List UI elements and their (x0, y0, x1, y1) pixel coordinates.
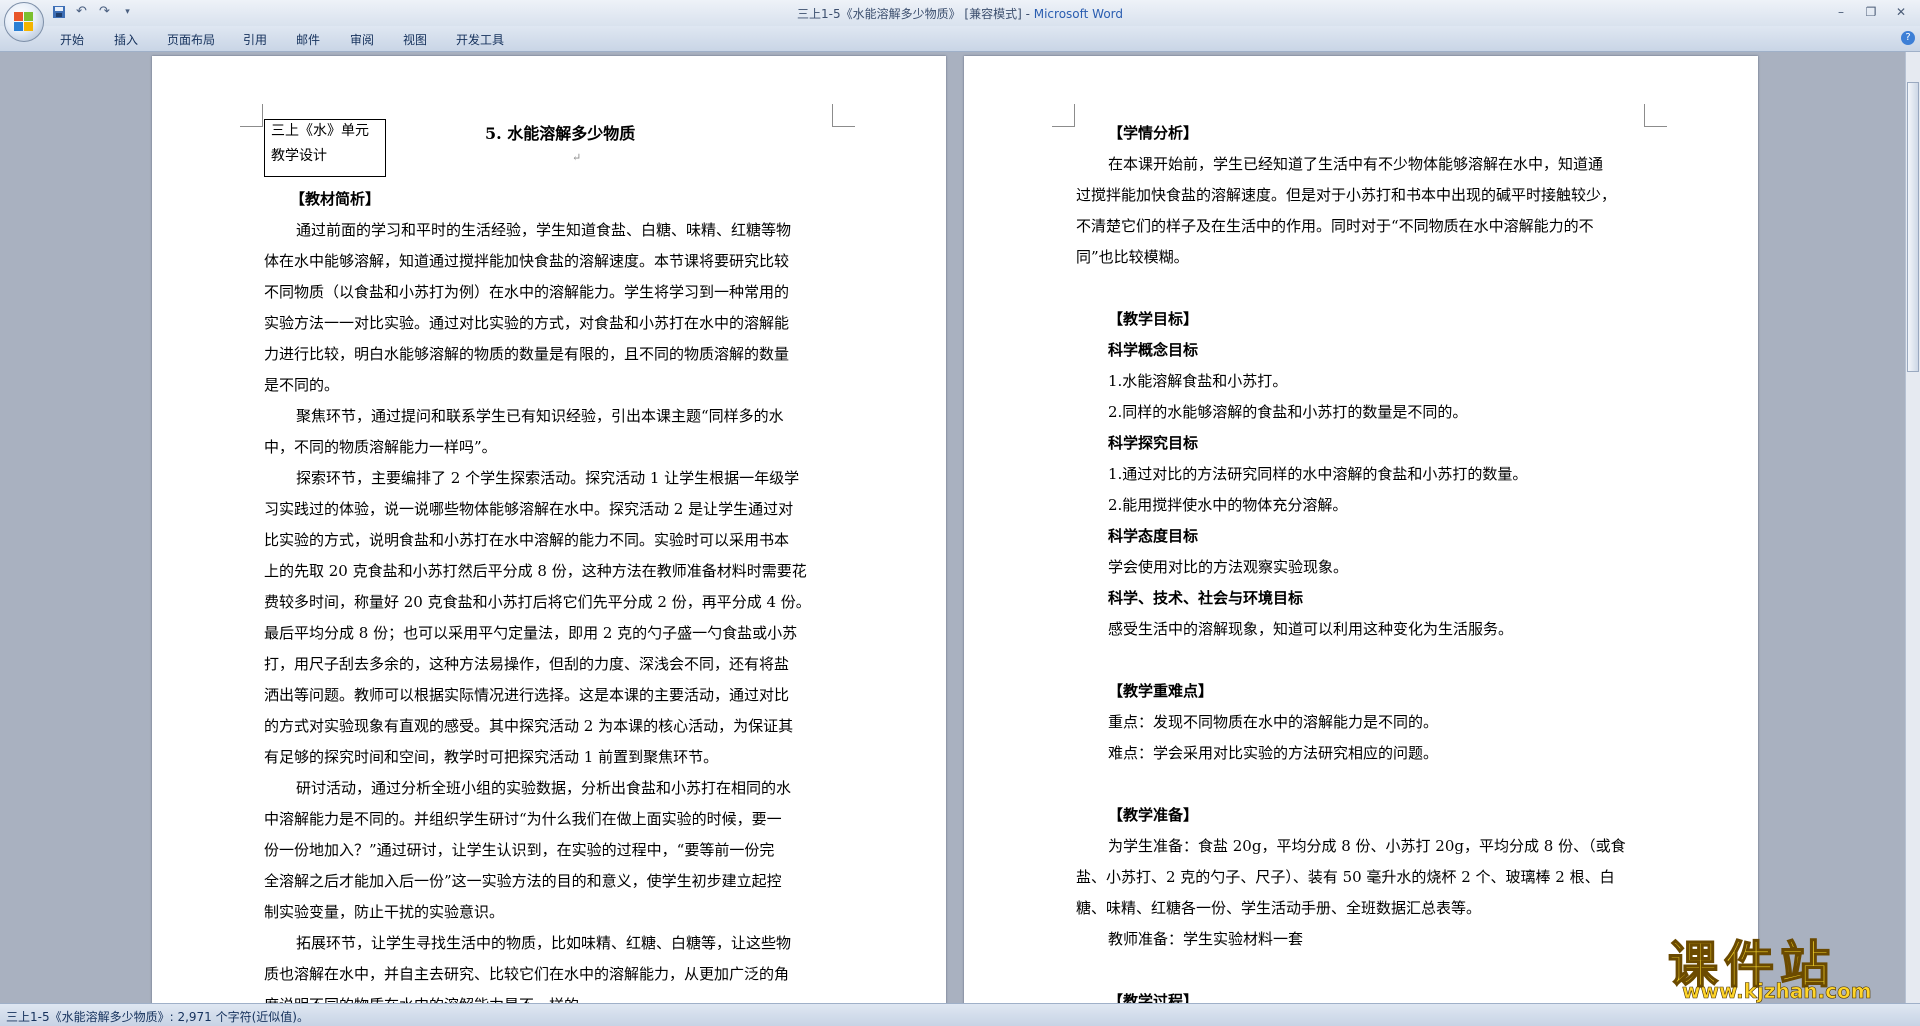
paragraph-line: 实验方法一一对比实验。通过对比实验的方式，对食盐和小苏打在水中的溶解能 (264, 314, 790, 332)
paragraph-line: 打，用尺子刮去多余的，这种方法易操作，但刮的力度、深浅会不同，还有将盐 (264, 655, 790, 673)
status-text: 三上1-5《水能溶解多少物质》: 2,971 个字符(近似值)。 (6, 1010, 309, 1024)
document-title: 三上1-5《水能溶解多少物质》 [兼容模式] - (796, 7, 1034, 21)
paragraph-line: 的方式对实验现象有直观的感受。其中探究活动 2 为本课的核心活动，为保证其 (264, 717, 794, 735)
paragraph-line: 中，不同的物质溶解能力一样吗”。 (264, 438, 497, 456)
crop-mark (1052, 104, 1075, 127)
tab-page-layout[interactable]: 页面布局 (167, 31, 215, 48)
paragraph-line: 感受生活中的溶解现象，知道可以利用这种变化为生活服务。 (1108, 620, 1514, 638)
paragraph-line: 重点：发现不同物质在水中的溶解能力是不同的。 (1108, 713, 1439, 731)
document-title-heading: 5. 水能溶解多少物质 (485, 124, 636, 143)
section-heading: 科学、技术、社会与环境目标 (1108, 589, 1304, 607)
paragraph-line: 质也溶解在水中，并自主去研究、比较它们在水中的溶解能力，从更加广泛的角 (264, 965, 790, 983)
paragraph-line: 度说明不同的物质在水中的溶解能力是不一样的。 (264, 990, 594, 1003)
paragraph-line: 为学生准备：食盐 20g，平均分成 8 份、小苏打 20g，平均分成 8 份、（… (1108, 837, 1626, 855)
paragraph-line: 不清楚它们的样子及在生活中的作用。同时对于“不同物质在水中溶解能力的不 (1076, 217, 1594, 235)
window-title: 三上1-5《水能溶解多少物质》 [兼容模式] - Microsoft Word (0, 5, 1920, 22)
section-heading: 【教学过程】 (1108, 992, 1199, 1003)
paragraph-line: 份一份地加入？”通过研讨，让学生认识到，在实验的过程中，“要等前一份完 (264, 841, 775, 859)
app-name: Microsoft Word (1033, 7, 1124, 21)
paragraph-line: 探索环节，主要编排了 2 个学生探索活动。探究活动 1 让学生根据一年级学 (296, 469, 800, 487)
paragraph-line: 中溶解能力是不同的。并组织学生研讨“为什么我们在做上面实验的时候，要一 (264, 810, 782, 828)
paragraph-line: 1.通过对比的方法研究同样的水中溶解的食盐和小苏打的数量。 (1108, 465, 1528, 483)
tab-insert[interactable]: 插入 (114, 31, 138, 48)
maximize-icon[interactable]: ❐ (1856, 2, 1886, 22)
title-bar: ↶ ↷ ▾ 三上1-5《水能溶解多少物质》 [兼容模式] - Microsoft… (0, 0, 1920, 26)
close-icon[interactable]: ✕ (1886, 2, 1916, 22)
paragraph-line: 力进行比较，明白水能够溶解的物质的数量是有限的，且不同的物质溶解的数量 (264, 345, 790, 363)
paragraph-line: 2.能用搅拌使水中的物体充分溶解。 (1108, 496, 1348, 514)
paragraph-line: 通过前面的学习和平时的生活经验，学生知道食盐、白糖、味精、红糖等物 (296, 221, 792, 239)
paragraph-line: 上的先取 20 克食盐和小苏打然后平分成 8 份，这种方法在教师准备材料时需要花 (264, 562, 807, 580)
header-box: 三上《水》单元 教学设计 (264, 119, 386, 177)
section-heading: 【学情分析】 (1108, 124, 1199, 142)
paragraph-line: 拓展环节，让学生寻找生活中的物质，比如味精、红糖、白糖等，让这些物 (296, 934, 792, 952)
section-heading: 【教学准备】 (1108, 806, 1199, 824)
paragraph-line: 盐、小苏打、2 克的勺子、尺子）、装有 50 毫升水的烧杯 2 个、玻璃棒 2 … (1076, 868, 1615, 886)
paragraph-line: 在本课开始前，学生已经知道了生活中有不少物体能够溶解在水中，知道通 (1108, 155, 1604, 173)
section-heading: 【教材简析】 (290, 190, 381, 208)
paragraph-line: 有足够的探究时间和空间，教学时可把探究活动 1 前置到聚焦环节。 (264, 748, 719, 766)
tab-references[interactable]: 引用 (243, 31, 267, 48)
header-box-line-1: 三上《水》单元 (271, 123, 369, 139)
minimize-icon[interactable]: – (1826, 2, 1856, 22)
section-heading: 科学概念目标 (1108, 341, 1199, 359)
office-logo-icon (14, 12, 34, 32)
page-right[interactable]: 【学情分析】在本课开始前，学生已经知道了生活中有不少物体能够溶解在水中，知道通过… (964, 56, 1758, 1003)
paragraph-line: 研讨活动，通过分析全班小组的实验数据，分析出食盐和小苏打在相同的水 (296, 779, 792, 797)
paragraph-line: 2.同样的水能够溶解的食盐和小苏打的数量是不同的。 (1108, 403, 1468, 421)
tab-view[interactable]: 视图 (403, 31, 427, 48)
status-bar: 三上1-5《水能溶解多少物质》: 2,971 个字符(近似值)。 (0, 1003, 1920, 1026)
paragraph-line: 学会使用对比的方法观察实验现象。 (1108, 558, 1349, 576)
header-box-line-2: 教学设计 (271, 148, 327, 164)
paragraph-line: 比实验的方式，说明食盐和小苏打在水中溶解的能力不同。实验时可以采用书本 (264, 531, 790, 549)
paragraph-line: 洒出等问题。教师可以根据实际情况进行选择。这是本课的主要活动，通过对比 (264, 686, 790, 704)
paragraph-line: 聚焦环节，通过提问和联系学生已有知识经验，引出本课主题“同样多的水 (296, 407, 784, 425)
page-left[interactable]: 三上《水》单元 教学设计 5. 水能溶解多少物质 ↵ 【教材简析】通过前面的学习… (152, 56, 946, 1003)
watermark-url: www.kjzhan.com (1682, 979, 1872, 1004)
window-controls: – ❐ ✕ (1826, 2, 1916, 22)
crop-mark (1644, 104, 1667, 127)
document-area: 三上《水》单元 教学设计 5. 水能溶解多少物质 ↵ 【教材简析】通过前面的学习… (0, 52, 1906, 1003)
tab-mailings[interactable]: 邮件 (296, 31, 320, 48)
section-heading: 科学探究目标 (1108, 434, 1199, 452)
section-heading: 【教学目标】 (1108, 310, 1199, 328)
paragraph-line: 难点：学会采用对比实验的方法研究相应的问题。 (1108, 744, 1439, 762)
paragraph-line: 过搅拌能加快食盐的溶解速度。但是对于小苏打和书本中出现的碱平时接触较少， (1076, 186, 1617, 204)
tab-home[interactable]: 开始 (60, 31, 84, 48)
paragraph-line: 费较多时间，称量好 20 克食盐和小苏打后将它们先平分成 2 份，再平分成 4 … (264, 593, 811, 611)
tab-developer[interactable]: 开发工具 (456, 31, 504, 48)
paragraph-line: 同”也比较模糊。 (1076, 248, 1189, 266)
paragraph-line: 1.水能溶解食盐和小苏打。 (1108, 372, 1288, 390)
office-button[interactable] (4, 2, 44, 42)
paragraph-mark-icon: ↵ (572, 151, 582, 164)
section-heading: 科学态度目标 (1108, 527, 1199, 545)
watermark-logo: 课件站 www.kjzhan.com (1667, 925, 1908, 1004)
crop-mark (240, 104, 263, 127)
crop-mark (832, 104, 855, 127)
scrollbar-thumb[interactable] (1907, 82, 1919, 372)
paragraph-line: 制实验变量，防止干扰的实验意识。 (264, 903, 505, 921)
paragraph-line: 不同物质（以食盐和小苏打为例）在水中的溶解能力。学生将学习到一种常用的 (264, 283, 790, 301)
paragraph-line: 全溶解之后才能加入后一份”这一实验方法的目的和意义，使学生初步建立起控 (264, 872, 782, 890)
paragraph-line: 教师准备：学生实验材料一套 (1108, 930, 1304, 948)
paragraph-line: 糖、味精、红糖各一份、学生活动手册、全班数据汇总表等。 (1076, 899, 1482, 917)
paragraph-line: 最后平均分成 8 份；也可以采用平勺定量法，即用 2 克的勺子盛一勺食盐或小苏 (264, 624, 798, 642)
paragraph-line: 体在水中能够溶解，知道通过搅拌能加快食盐的溶解速度。本节课将要研究比较 (264, 252, 790, 270)
ribbon-tab-bar: 开始 插入 页面布局 引用 邮件 审阅 视图 开发工具 ? (0, 26, 1920, 52)
section-heading: 【教学重难点】 (1108, 682, 1214, 700)
help-icon[interactable]: ? (1901, 31, 1915, 45)
paragraph-line: 习实践过的体验，说一说哪些物体能够溶解在水中。探究活动 2 是让学生通过对 (264, 500, 794, 518)
tab-review[interactable]: 审阅 (350, 31, 374, 48)
paragraph-line: 是不同的。 (264, 376, 340, 394)
vertical-scrollbar[interactable] (1905, 52, 1920, 1003)
